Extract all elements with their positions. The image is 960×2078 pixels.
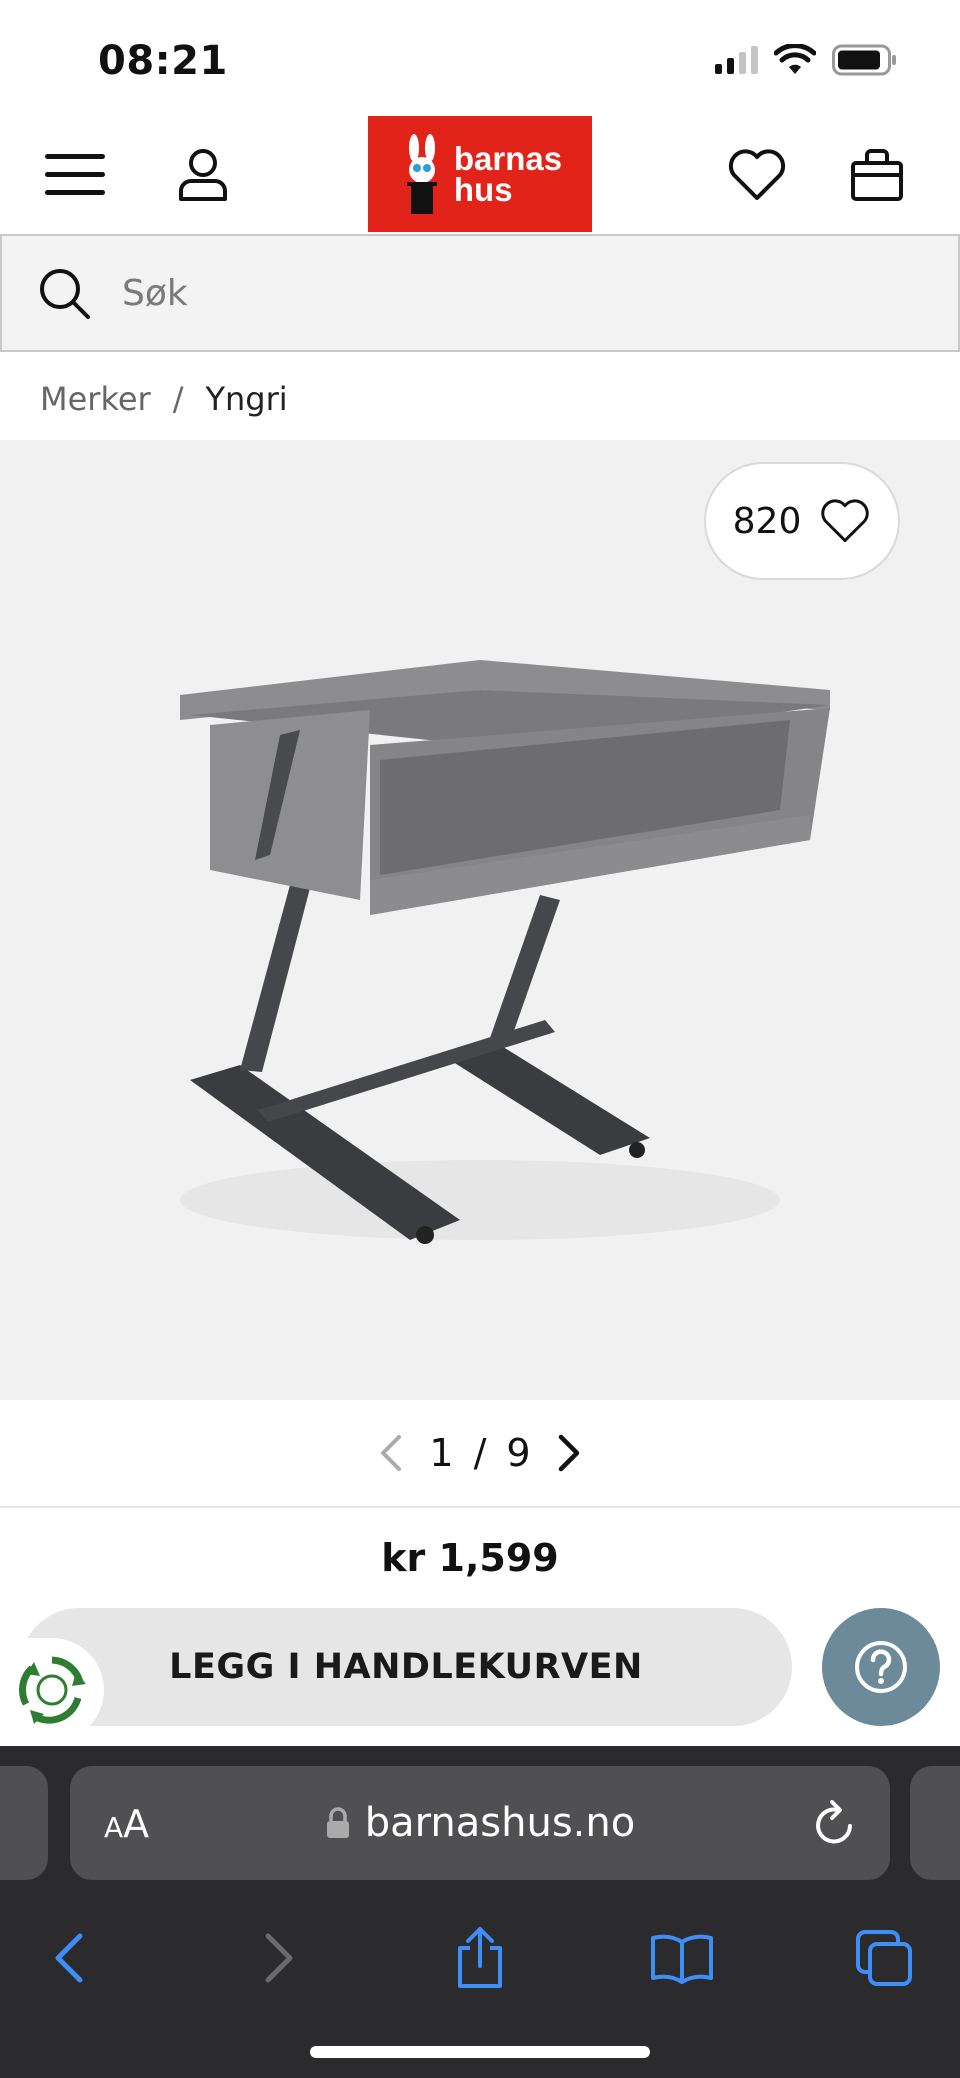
site-header: barnas hus [0,116,960,234]
chevron-left-icon[interactable] [375,1433,409,1473]
add-to-cart-button[interactable]: LEGG I HANDLEKURVEN [20,1608,792,1726]
forward-arrow-icon [265,1933,293,1983]
favorite-count: 820 [732,500,802,542]
chevron-right-icon[interactable] [551,1433,585,1473]
cart-button[interactable] [842,140,912,210]
url-display[interactable]: barnashus.no [70,1766,890,1880]
tabs-button[interactable] [848,1922,920,1994]
gallery-pager: 1 / 9 [0,1400,960,1508]
product-gallery[interactable]: 820 [0,440,960,1400]
back-arrow-icon [55,1933,83,1983]
menu-icon [45,154,105,195]
account-button[interactable] [168,140,238,210]
home-indicator[interactable] [310,2046,650,2058]
status-bar: 08:21 [0,0,960,116]
address-bar[interactable]: AA barnashus.no [70,1766,890,1880]
share-icon [458,1927,502,1988]
recycle-icon [19,1656,86,1724]
book-icon [651,1934,713,1984]
status-time: 08:21 [98,38,228,84]
breadcrumb-current: Yngri [205,380,288,418]
favorite-button[interactable]: 820 [704,462,900,580]
share-button[interactable] [444,1922,516,1994]
bag-icon [851,149,903,201]
pager-total: 9 [506,1431,531,1475]
next-tab[interactable] [910,1766,960,1880]
logo-line-1: barnas [453,140,563,177]
eco-badge[interactable] [0,1638,104,1742]
lock-icon [326,1807,349,1838]
product-image-bedside-crib [180,660,830,1244]
help-button[interactable] [822,1608,940,1726]
previous-tab[interactable] [0,1766,48,1880]
account-icon [179,149,227,201]
buy-area: kr 1,599 LEGG I HANDLEKURVEN [0,1508,960,1746]
back-button[interactable] [34,1922,106,1994]
status-icons [715,44,898,76]
reload-icon[interactable] [810,1796,860,1850]
search-input[interactable] [122,272,882,314]
battery-icon [832,44,896,76]
logo-line-2: hus [453,171,513,208]
menu-button[interactable] [40,140,110,210]
url-text: barnashus.no [364,1800,636,1846]
browser-toolbar [0,1906,960,2006]
tabs-icon [856,1930,912,1986]
pager-current: 1 [429,1431,454,1475]
heart-icon [728,149,786,200]
product-price: kr 1,599 [381,1536,559,1580]
site-logo[interactable]: barnas hus [368,116,592,232]
breadcrumb: Merker / Yngri [40,374,288,424]
browser-chrome: AA barnashus.no [0,1746,960,2078]
bookmarks-button[interactable] [646,1922,718,1994]
breadcrumb-link-merker[interactable]: Merker [40,380,151,418]
logo-text: barnas hus [453,140,563,208]
wifi-icon [774,44,816,74]
search-icon[interactable] [36,265,92,321]
question-icon [855,1641,907,1693]
heart-outline-icon [821,499,870,543]
search-bar [0,234,960,352]
forward-button[interactable] [242,1922,314,1994]
cellular-signal-icon [715,46,758,74]
breadcrumb-separator: / [172,380,184,418]
wishlist-button[interactable] [722,140,792,210]
pager-separator: / [473,1431,487,1475]
bunny-logo-icon [406,134,437,214]
